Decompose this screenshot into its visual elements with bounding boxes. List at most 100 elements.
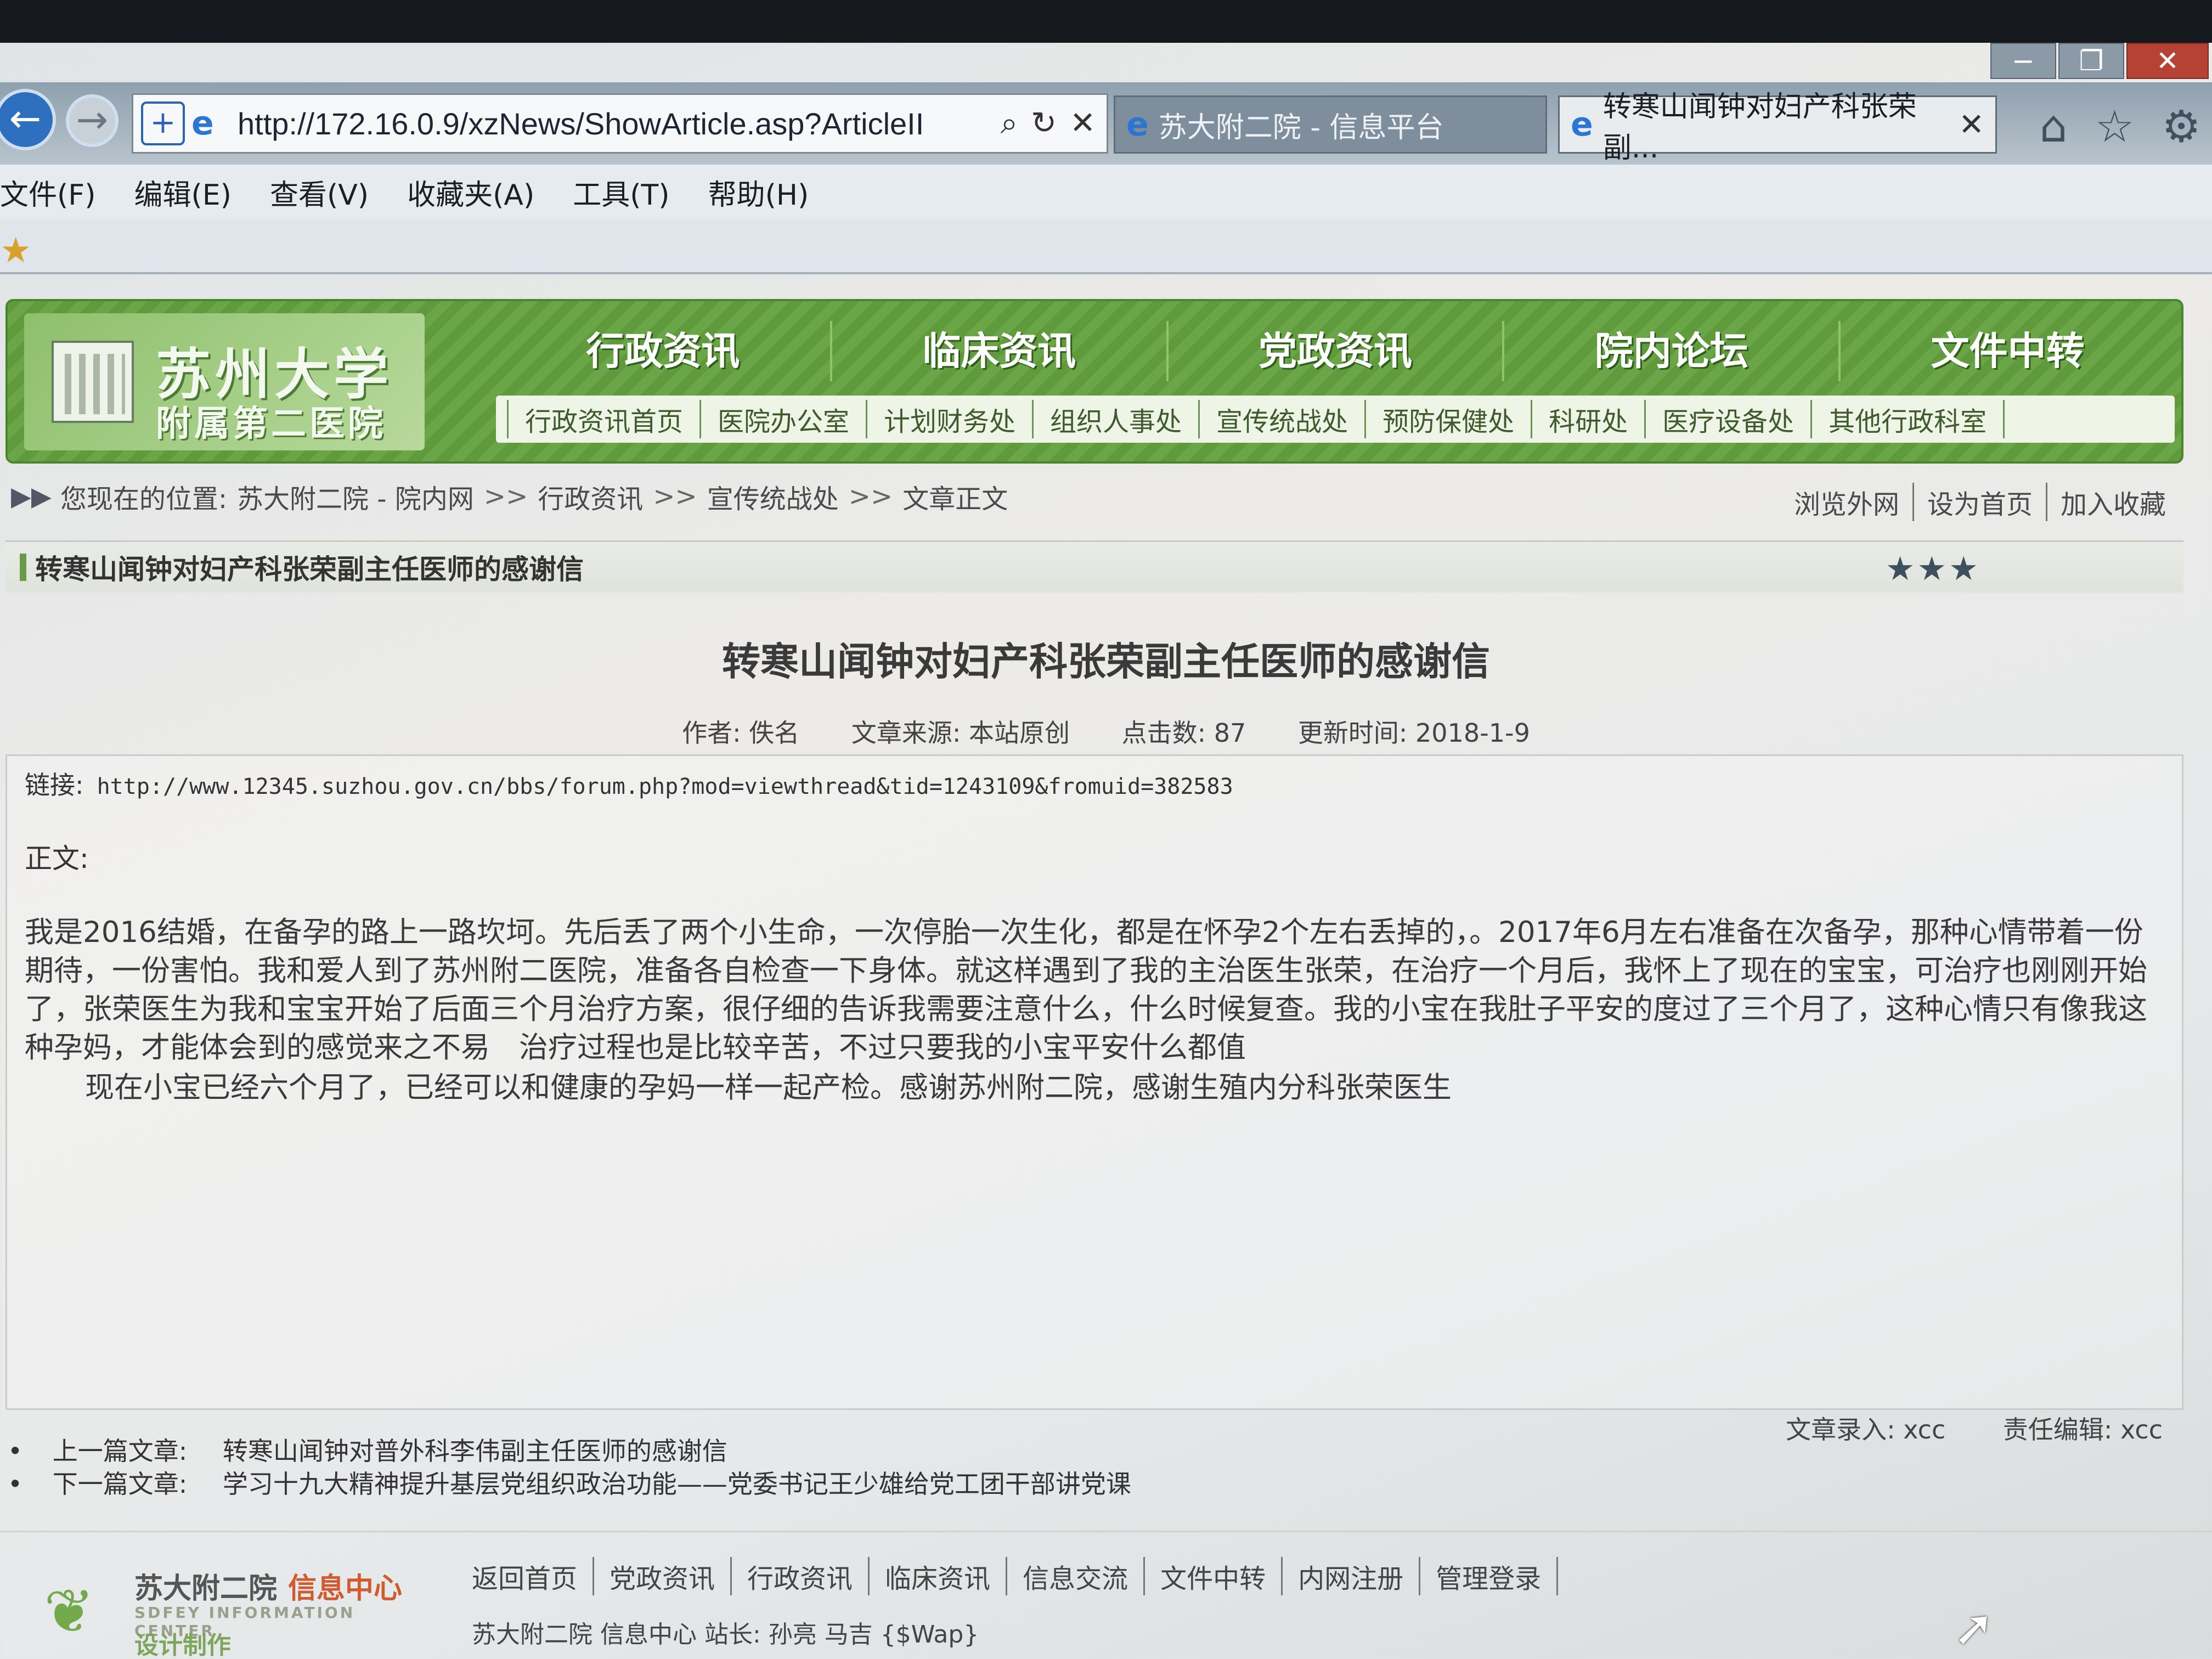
subnav-item[interactable]: 医院办公室	[699, 400, 866, 438]
breadcrumb-separator: >>	[653, 481, 697, 512]
nav-file-transfer[interactable]: 文件中转	[1838, 321, 2175, 381]
menu-tools[interactable]: 工具(T)	[573, 172, 669, 213]
subnav-item[interactable]: 其他行政科室	[1810, 400, 2005, 438]
footer-logo-main: 苏大附二院	[134, 1572, 278, 1605]
close-window-icon[interactable]: ✕	[2126, 43, 2209, 79]
minimize-icon[interactable]: −	[1990, 43, 2056, 79]
forward-button[interactable]: →	[66, 94, 119, 147]
logo-subtitle: 附属第二医院	[156, 403, 386, 444]
browse-external-link[interactable]: 浏览外网	[1781, 483, 1912, 521]
window-titlebar	[0, 0, 2212, 43]
hospital-building-icon	[52, 341, 134, 423]
compat-shield-icon[interactable]: +	[141, 101, 185, 145]
set-homepage-link[interactable]: 设为首页	[1912, 483, 2046, 521]
article-bar-title: 转寒山闻钟对妇产科张荣副主任医师的感谢信	[35, 554, 584, 585]
article-editors: 文章录入: xcc 责任编辑: xcc	[1736, 1410, 2163, 1446]
add-favorite-icon[interactable]: ★	[0, 230, 31, 271]
home-icon[interactable]: ⌂	[2040, 101, 2068, 152]
article-title: 转寒山闻钟对妇产科张荣副主任医师的感谢信	[722, 639, 1490, 684]
menu-help[interactable]: 帮助(H)	[708, 172, 809, 213]
prev-label: 上一篇文章:	[52, 1436, 188, 1466]
refresh-icon[interactable]: ↻	[1031, 105, 1057, 142]
subnav-item[interactable]: 预防保健处	[1364, 400, 1531, 438]
subnav-item[interactable]: 行政资讯首页	[507, 400, 699, 438]
footer-link[interactable]: 文件中转	[1145, 1557, 1283, 1595]
footer-link[interactable]: 行政资讯	[732, 1557, 870, 1595]
ie-icon: e	[1571, 105, 1593, 144]
nav-admin-news[interactable]: 行政资讯	[496, 321, 830, 381]
article-meta: 作者: 佚名 文章来源: 本站原创 点击数: 87 更新时间: 2018-1-9	[0, 713, 2212, 749]
breadcrumb-item[interactable]: 宣传统战处	[707, 477, 839, 516]
footer-link-register[interactable]: 内网注册	[1283, 1557, 1421, 1595]
breadcrumb-item: 文章正文	[902, 484, 1008, 515]
sprout-icon: ❦	[44, 1576, 95, 1646]
tab-article[interactable]: e 转寒山闻钟对妇产科张荣副... ✕	[1558, 91, 1997, 165]
meta-updated: 更新时间: 2018-1-9	[1297, 718, 1530, 748]
link-label: 链接:	[25, 770, 84, 800]
footer-logo-accent: 信息中心	[288, 1572, 403, 1605]
search-icon[interactable]: ⌕	[1001, 105, 1018, 142]
tab-info-platform[interactable]: e 苏大附二院 - 信息平台	[1114, 95, 1547, 154]
rating-stars: ★★★	[1885, 550, 1980, 588]
tab-label: 苏大附二院 - 信息平台	[1158, 111, 1444, 144]
site-header: 苏州大学 附属第二医院 行政资讯 临床资讯 党政资讯 院内论坛 文件中转 行政资…	[5, 299, 2183, 464]
window-controls: − ❐ ✕	[1990, 43, 2212, 82]
nav-clinical-news[interactable]: 临床资讯	[830, 321, 1166, 381]
subnav-item[interactable]: 科研处	[1531, 400, 1644, 438]
ie-icon: e	[191, 104, 214, 143]
mouse-cursor-icon: ➚	[1953, 1599, 1995, 1657]
next-article-link[interactable]: 学习十九大精神提升基层党组织政治功能——党委书记王少雄给党工团干部讲党课	[223, 1469, 1131, 1499]
bar-marker	[20, 554, 26, 581]
address-bar[interactable]: + e http://172.16.0.9/xzNews/ShowArticle…	[132, 93, 1108, 154]
article-title-bar: 转寒山闻钟对妇产科张荣副主任医师的感谢信 ★★★	[5, 540, 2183, 592]
footer-link[interactable]: 信息交流	[1007, 1557, 1146, 1595]
subnav-item[interactable]: 医疗设备处	[1644, 400, 1810, 438]
footer-link[interactable]: 临床资讯	[870, 1557, 1008, 1595]
article-link-url[interactable]: http://www.12345.suzhou.gov.cn/bbs/forum…	[97, 774, 1233, 799]
menu-favorites[interactable]: 收藏夹(A)	[407, 172, 534, 213]
breadcrumb-item[interactable]: 行政资讯	[538, 477, 643, 516]
breadcrumb-item[interactable]: 苏大附二院 - 院内网	[237, 477, 474, 516]
footer-link-admin-login[interactable]: 管理登录	[1420, 1557, 1559, 1595]
maximize-icon[interactable]: ❐	[2058, 43, 2124, 79]
article-paragraph: 现在小宝已经六个月了，已经可以和健康的孕妈一样一起产检。感谢苏州附二院，感谢生殖…	[85, 1071, 1452, 1104]
prev-next-articles: • 上一篇文章: 转寒山闻钟对普外科李伟副主任医师的感谢信 • 下一篇文章: 学…	[8, 1435, 1131, 1500]
article-link-line: 链接: http://www.12345.suzhou.gov.cn/bbs/f…	[25, 765, 1233, 802]
favorites-star-icon[interactable]: ☆	[2095, 101, 2135, 152]
tab-close-icon[interactable]: ✕	[1959, 107, 1984, 143]
meta-source: 文章来源: 本站原创	[851, 718, 1070, 748]
browser-navbar: ← → + e http://172.16.0.9/xzNews/ShowArt…	[0, 82, 2212, 165]
bullet-icon: •	[8, 1436, 23, 1466]
add-favorite-link[interactable]: 加入收藏	[2045, 483, 2179, 521]
responsible-editor: 责任编辑: xcc	[2002, 1415, 2163, 1444]
nav-party-news[interactable]: 党政资讯	[1166, 321, 1503, 381]
bullet-icon: •	[8, 1469, 23, 1499]
main-nav: 行政资讯 临床资讯 党政资讯 院内论坛 文件中转	[496, 321, 2175, 381]
stop-icon[interactable]: ✕	[1070, 105, 1096, 142]
body-label: 正文:	[25, 843, 89, 874]
footer-logo-title: 苏大附二院 信息中心	[134, 1565, 402, 1606]
meta-clicks: 点击数: 87	[1121, 718, 1246, 748]
subnav-item[interactable]: 组织人事处	[1032, 400, 1198, 438]
menu-view[interactable]: 查看(V)	[270, 172, 369, 213]
footer-link[interactable]: 党政资讯	[594, 1557, 732, 1595]
footer-link-home[interactable]: 返回首页	[466, 1557, 595, 1595]
breadcrumb-separator: >>	[483, 481, 528, 512]
article-paragraph: 我是2016结婚，在备孕的路上一路坎坷。先后丢了两个小生命，一次停胎一次生化，都…	[25, 916, 2147, 1064]
ie-icon: e	[1126, 105, 1149, 144]
footer-logo: ❦ 苏大附二院 信息中心 SDFEY INFORMATION CENTER 设计制…	[33, 1554, 439, 1659]
menu-file[interactable]: 文件(F)	[0, 172, 96, 213]
settings-gear-icon[interactable]: ⚙	[2162, 101, 2201, 152]
subnav-item[interactable]: 宣传统战处	[1198, 400, 1364, 438]
menu-bar: 文件(F) 编辑(E) 查看(V) 收藏夹(A) 工具(T) 帮助(H)	[0, 165, 2212, 219]
back-button[interactable]: ←	[0, 89, 56, 150]
subnav-item[interactable]: 计划财务处	[866, 400, 1032, 438]
nav-forum[interactable]: 院内论坛	[1502, 321, 1838, 381]
menu-edit[interactable]: 编辑(E)	[134, 172, 232, 213]
footer-logo-design: 设计制作	[134, 1632, 231, 1659]
prev-article-link[interactable]: 转寒山闻钟对普外科李伟副主任医师的感谢信	[223, 1436, 727, 1466]
sub-nav: 行政资讯首页 医院办公室 计划财务处 组织人事处 宣传统战处 预防保健处 科研处…	[496, 396, 2175, 443]
breadcrumb-separator: >>	[848, 481, 893, 512]
site-logo[interactable]: 苏州大学 附属第二医院	[24, 313, 425, 450]
url-text[interactable]: http://172.16.0.9/xzNews/ShowArticle.asp…	[238, 106, 1001, 142]
